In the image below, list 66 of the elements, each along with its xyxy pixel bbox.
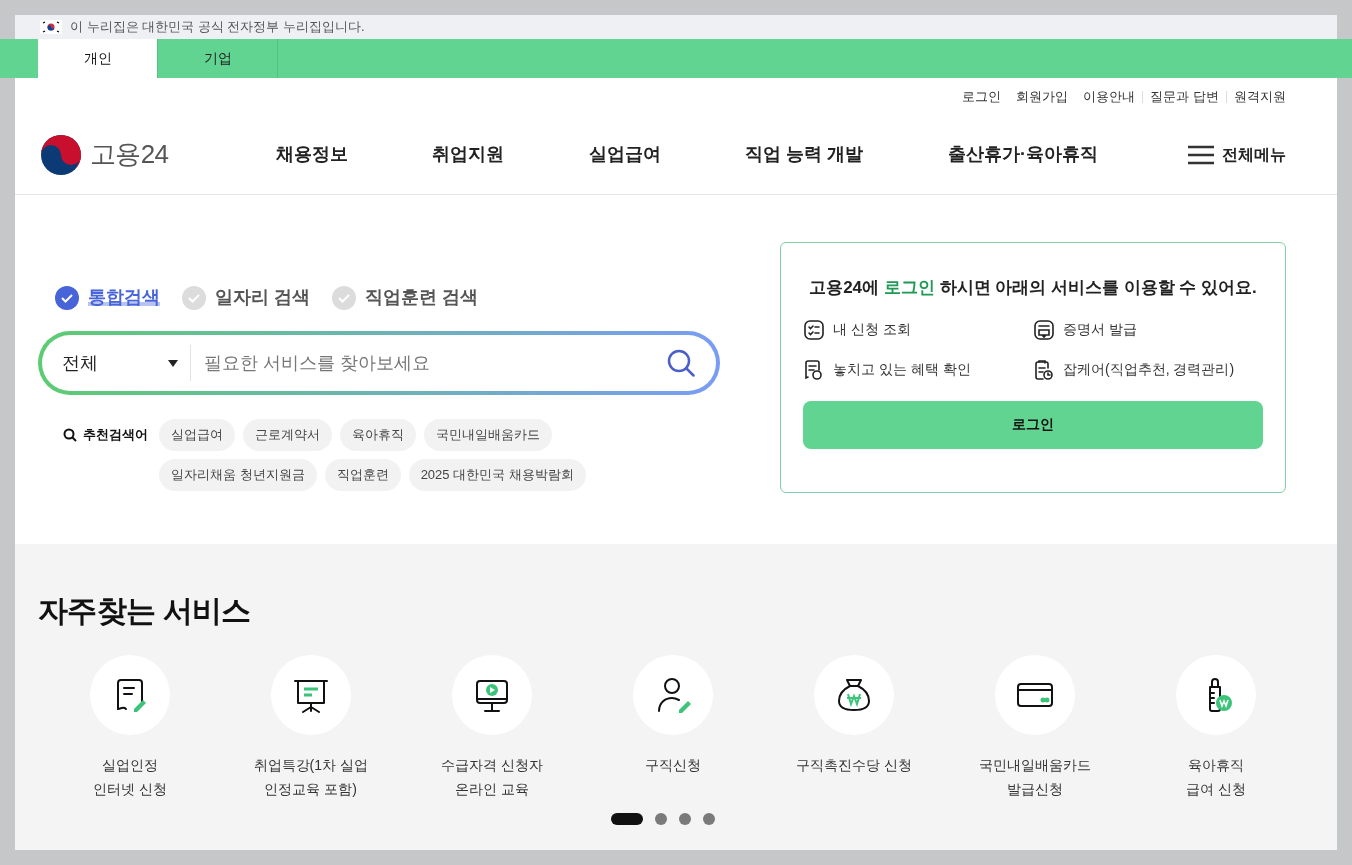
search-icon[interactable]: [666, 348, 696, 378]
recommended-label: 추천검색어: [83, 426, 148, 445]
service-shortcut[interactable]: 구직신청: [582, 655, 764, 801]
service-label: 실업인정: [101, 756, 158, 775]
search-type-option[interactable]: 통합검색: [55, 284, 160, 311]
login-service-label: 내 신청 조회: [833, 320, 911, 339]
service-label: 발급신청: [1007, 780, 1064, 799]
service-label: 온라인 교육: [454, 780, 529, 799]
service-shortcut[interactable]: 실업인정 인터넷 신청: [39, 655, 221, 801]
utility-link[interactable]: 로그인: [962, 86, 1002, 107]
caret-icon: [168, 359, 178, 367]
utility-link[interactable]: 원격지원: [1234, 86, 1286, 107]
service-label: 인터넷 신청: [92, 780, 167, 799]
service-shortcut[interactable]: 구직촉진수당 신청: [763, 655, 945, 801]
keyword-chip[interactable]: 육아휴직: [340, 419, 416, 451]
login-button[interactable]: 로그인: [803, 400, 1263, 449]
service-shortcut[interactable]: 취업특강(1차 실업 인정교육 포함): [220, 655, 402, 801]
service-label: 구직촉진수당 신청: [796, 756, 913, 775]
service-label: 수급자격 신청자: [440, 756, 543, 775]
service-label: 인정교육 포함): [264, 780, 357, 799]
nav-link[interactable]: 채용정보: [276, 141, 348, 168]
all-menu-button[interactable]: 전체메뉴: [1188, 142, 1286, 167]
clipboard-icon: [1033, 358, 1055, 381]
keyword-chip[interactable]: 직업훈련: [324, 459, 401, 491]
scope-dropdown[interactable]: 전체: [62, 349, 190, 377]
utility-link[interactable]: 이용안내: [1083, 86, 1136, 107]
login-service-label: 놓치고 있는 혜택 확인: [833, 360, 971, 379]
keyword-chip[interactable]: 2025 대한민국 채용박람회: [408, 459, 586, 491]
login-service-label: 증명서 발급: [1063, 320, 1137, 339]
certificate-icon: [1033, 318, 1055, 341]
section-title: 자주찾는 서비스: [38, 593, 252, 629]
menu-icon: [1188, 144, 1214, 165]
service-shortcut[interactable]: 육아휴직 급여 신청: [1125, 655, 1307, 801]
list-icon: [803, 318, 825, 341]
service-label: 급여 신청: [1186, 780, 1247, 799]
keyword-chip[interactable]: 국민내일배움카드: [424, 419, 552, 451]
logo-text: 고용24: [90, 138, 169, 171]
search-icon: [63, 428, 77, 442]
service-label: 구직신청: [645, 756, 701, 775]
nav-link[interactable]: 취업지원: [432, 141, 505, 168]
service-label: 취업특강(1차 실업: [253, 756, 368, 775]
login-service-label: 잡케어(직업추천, 경력관리): [1063, 360, 1235, 379]
utility-link[interactable]: 회원가입: [1016, 86, 1069, 107]
benefit-icon: [803, 358, 825, 381]
logo-emblem-icon: [40, 133, 82, 176]
keyword-chip[interactable]: 실업급여: [159, 419, 235, 451]
nav-link[interactable]: 실업급여: [588, 141, 661, 168]
flag-icon: [40, 20, 62, 34]
nav-link[interactable]: 직업 능력 개발: [745, 141, 864, 168]
service-shortcut[interactable]: 수급자격 신청자 온라인 교육: [401, 655, 583, 801]
check-icon: [182, 285, 206, 310]
gov-banner-text: 이 누리집은 대한민국 공식 전자정부 누리집입니다.: [70, 18, 365, 37]
utility-link[interactable]: 질문과 답변: [1150, 86, 1219, 107]
service-shortcut[interactable]: 국민내일배움카드 발급신청: [944, 655, 1126, 801]
check-icon: [55, 285, 79, 310]
keyword-chip[interactable]: 근로계약서: [243, 419, 332, 451]
search-type-option[interactable]: 일자리 검색: [182, 284, 310, 311]
login-message: 고용24에 로그인 하시면 아래의 서비스를 이용할 수 있어요.: [808, 277, 1258, 299]
search-field[interactable]: 전체 필요한 서비스를 찾아보세요: [38, 331, 720, 395]
service-label: 육아휴직: [1188, 756, 1245, 775]
keyword-chip[interactable]: 일자리채움 청년지원금: [159, 459, 317, 491]
search-type-option[interactable]: 직업훈련 검색: [332, 284, 479, 311]
audience-tab[interactable]: 개인: [38, 39, 158, 78]
service-label: 국민내일배움카드: [979, 756, 1092, 775]
check-icon: [332, 285, 356, 310]
nav-link[interactable]: 출산휴가·육아휴직: [947, 141, 1098, 168]
